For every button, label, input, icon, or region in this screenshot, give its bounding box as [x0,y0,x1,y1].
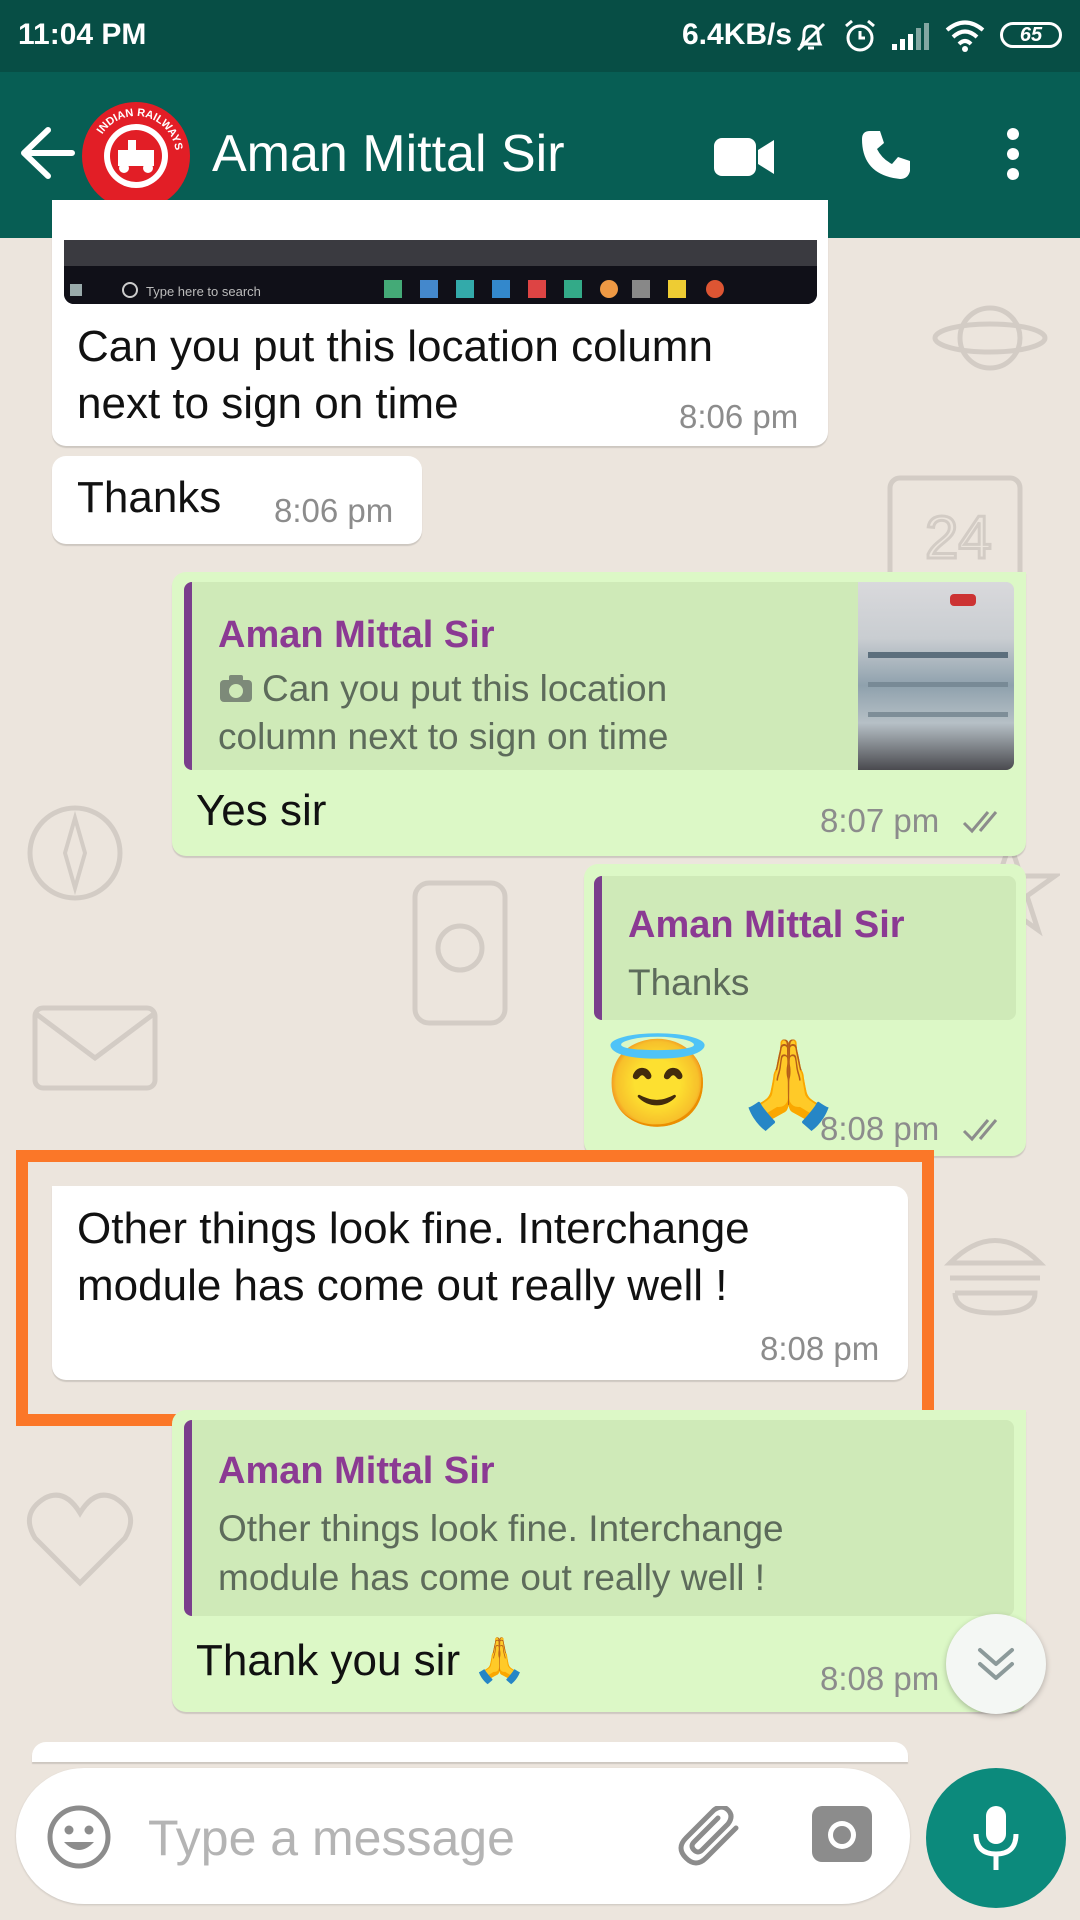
indian-railways-logo-icon: INDIAN RAILWAYS [86,106,186,206]
status-time: 11:04 PM [18,18,147,51]
network-rate: 6.4KB/s [682,18,793,51]
contact-name[interactable]: Aman Mittal Sir [212,124,565,184]
message-bubble-incoming[interactable]: Thanks 8:06 pm [52,456,422,544]
quoted-text-line: Can you put this location [262,668,668,709]
message-composer [16,1768,910,1904]
message-text: Yes sir [196,786,327,835]
message-bubble-outgoing[interactable]: Aman Mittal Sir Thanks 😇 🙏 8:08 pm [584,864,1026,1156]
quoted-sender-name: Aman Mittal Sir [628,904,905,946]
message-text: Thank you sir 🙏 [196,1636,528,1685]
message-text: Thanks [77,473,222,522]
attachment-icon[interactable] [676,1806,746,1870]
message-text-line: next to sign on time [77,379,459,428]
burger-doodle-icon [943,1238,1047,1316]
scroll-to-bottom-button[interactable] [946,1614,1046,1714]
message-time: 8:08 pm [820,1110,940,1147]
compass-doodle-icon [27,805,123,901]
message-bubble-outgoing[interactable]: Aman Mittal Sir Other things look fine. … [172,1410,1026,1712]
camera-icon [220,675,252,702]
quoted-sender-name: Aman Mittal Sir [218,1450,495,1492]
heart-doodle-icon [26,1492,134,1587]
quoted-text: Thanks [628,962,750,1003]
camera-icon[interactable] [810,1804,874,1864]
alarm-icon [845,19,875,52]
taskbar-screenshot: Type here to search [64,240,817,304]
svg-text:Type here to search: Type here to search [146,284,261,299]
mute-bell-icon [796,22,826,52]
voice-message-button[interactable] [926,1768,1066,1908]
message-time: 8:08 pm [820,1660,940,1697]
message-time: 8:07 pm [820,802,940,839]
quoted-text-line: Other things look fine. Interchange [218,1508,784,1549]
status-bar: 11:04 PM 6.4KB/s 65 [0,0,1080,72]
emoji-icon[interactable] [46,1804,112,1870]
quoted-message[interactable]: Aman Mittal Sir Other things look fine. … [184,1420,1014,1616]
video-call-icon[interactable] [712,136,776,178]
microphone-icon [973,1806,1019,1870]
message-time: 8:06 pm [679,398,799,435]
message-bubble-outgoing[interactable]: Aman Mittal Sir Can you put this locatio… [172,572,1026,856]
double-chevron-down-icon [978,1648,1014,1680]
planet-doodle-icon [932,305,1048,371]
message-bubble-incoming[interactable]: Type here to search Can you put this loc… [52,200,828,446]
emoji-message: 😇 🙏 [604,1036,843,1132]
read-ticks-icon [962,811,998,834]
quoted-sender-name: Aman Mittal Sir [218,614,495,656]
phone-call-icon[interactable] [858,127,914,183]
message-text-line: Can you put this location column [77,322,713,371]
read-ticks-icon [962,1119,998,1142]
quoted-message[interactable]: Aman Mittal Sir Thanks [594,876,1016,1020]
message-bubble-partial [32,1742,908,1762]
highlight-box [16,1150,934,1426]
signal-icon [892,23,929,50]
quoted-text-line: column next to sign on time [218,716,669,757]
message-time: 8:06 pm [274,492,394,529]
contact-avatar[interactable]: INDIAN RAILWAYS [82,102,190,210]
message-input[interactable] [146,1802,670,1874]
quoted-message[interactable]: Aman Mittal Sir Can you put this locatio… [184,582,1014,770]
phone-doodle-icon [412,880,508,1026]
quoted-image-thumbnail [858,582,1014,770]
envelope-doodle-icon [32,1005,158,1091]
shared-image[interactable]: Type here to search [64,240,817,304]
battery-indicator: 65 [1000,22,1062,48]
overflow-menu-icon[interactable] [998,128,1028,180]
svg-text:24: 24 [925,504,992,571]
quoted-text-line: module has come out really well ! [218,1557,766,1598]
wifi-icon [945,20,985,52]
back-arrow-icon[interactable] [18,126,76,180]
